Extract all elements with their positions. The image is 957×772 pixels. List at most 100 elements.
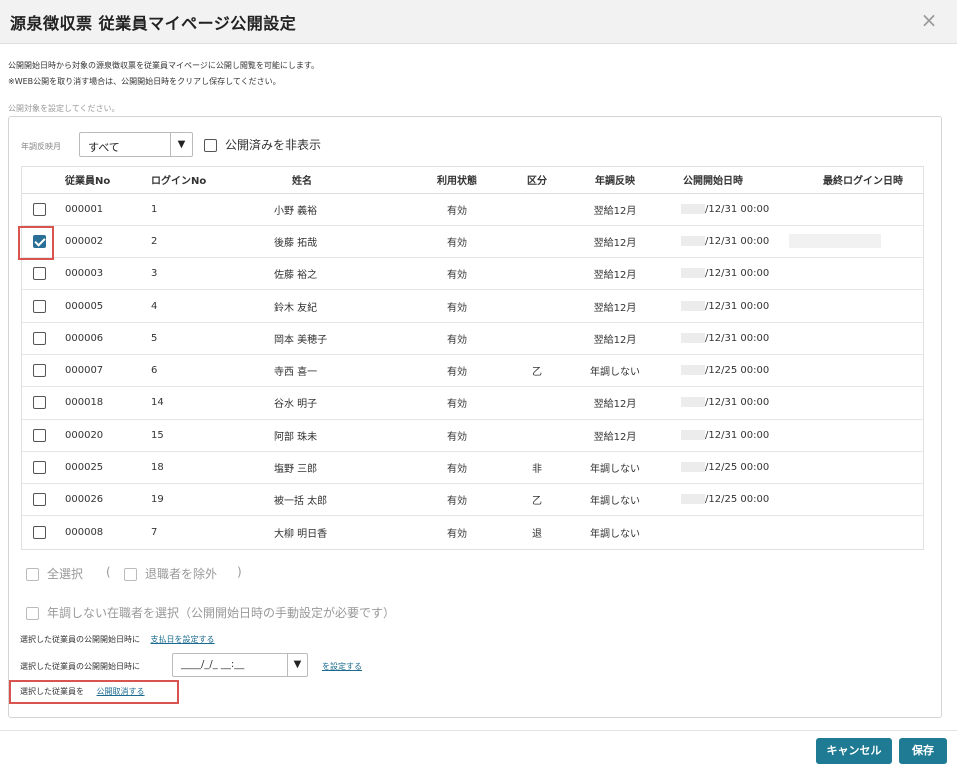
table-header-row: 従業員No ログインNo 姓名 利用状態 区分 年調反映 公開開始日時 最終ログ… <box>22 167 923 194</box>
row-checkbox-cell[interactable] <box>22 257 57 291</box>
table-row[interactable]: 000006 5 岡本 美穂子 有効 翌給12月/12/31 00:00 <box>22 322 923 355</box>
set-payday-link[interactable]: 支払日を設定する <box>151 635 215 644</box>
redacted-year <box>681 300 705 311</box>
row-checkbox[interactable] <box>33 202 46 216</box>
select-non-nencho-toggle[interactable]: 年調しない在職者を選択（公開開始日時の手動設定が必要です） <box>26 604 395 621</box>
cell-name: 後藤 拓哉 <box>252 225 417 259</box>
cell-name: 阿部 珠未 <box>252 419 417 452</box>
cell-login-no: 18 <box>145 451 252 485</box>
footer-divider <box>0 730 957 731</box>
hide-published-label: 公開済みを非表示 <box>225 138 322 152</box>
cell-nencho: 翌給12月 <box>577 322 653 355</box>
col-header-select <box>22 167 57 194</box>
table-row[interactable]: 000008 7 大柳 明日香 有効 退 年調しない <box>22 516 923 548</box>
cell-kubun: 乙 <box>497 483 577 517</box>
chevron-down-icon[interactable]: ▼ <box>170 133 192 156</box>
table-row[interactable]: 000001 1 小野 義裕 有効 翌給12月/12/31 00:00 <box>22 193 923 226</box>
select-all-toggle[interactable]: 全選択 <box>26 565 83 582</box>
set-date-link-text[interactable]: を設定する <box>322 662 362 671</box>
col-header-kubun: 区分 <box>497 167 577 194</box>
select-value: すべて <box>88 141 120 154</box>
row-checkbox-cell[interactable] <box>22 516 57 548</box>
close-icon[interactable]: × <box>919 10 939 30</box>
row-checkbox[interactable] <box>33 331 46 345</box>
exclude-retired-toggle[interactable]: 退職者を除外 <box>124 565 217 582</box>
row-checkbox-cell[interactable] <box>22 289 57 323</box>
cell-kubun <box>497 419 577 452</box>
row-checkbox-cell[interactable] <box>22 386 57 420</box>
cell-login-no: 3 <box>145 257 252 291</box>
cell-name: 大柳 明日香 <box>274 528 328 540</box>
filter-label: 年調反映月 <box>21 142 61 151</box>
table-row[interactable]: 000003 3 佐藤 裕之 有効 翌給12月/12/31 00:00 <box>22 257 923 291</box>
cell-start-date: /12/31 00:00 <box>653 322 783 355</box>
cell-last-login <box>783 516 923 548</box>
start-date-input[interactable]: ____/_/_ __:__ ▼ <box>172 653 308 677</box>
redacted-year <box>681 397 705 408</box>
cell-name: 塩野 三郎 <box>252 451 417 485</box>
table-row[interactable]: 000026 19 被一括 太郎 有効乙年調しない/12/25 00:00 <box>22 483 923 517</box>
row-checkbox-cell[interactable] <box>22 451 57 485</box>
cell-emp-no: 000007 <box>57 354 145 388</box>
cell-name: 佐藤 裕之 <box>252 257 417 291</box>
save-button[interactable]: 保存 <box>899 738 947 764</box>
table-row[interactable]: 000005 4 鈴木 友紀 有効 翌給12月/12/31 00:00 <box>22 289 923 323</box>
row-checkbox[interactable] <box>33 396 46 410</box>
cell-nencho: 年調しない <box>577 451 653 485</box>
select-all-checkbox[interactable] <box>26 568 39 581</box>
col-header-start-date: 公開開始日時 <box>653 167 783 194</box>
select-all-label: 全選択 <box>47 567 84 581</box>
row-checkbox[interactable] <box>33 364 46 378</box>
cell-login-no: 2 <box>145 225 252 259</box>
hide-published-toggle[interactable]: 公開済みを非表示 <box>204 136 321 153</box>
start-date-text: /12/31 00:00 <box>705 203 770 215</box>
row-checkbox-cell[interactable] <box>22 419 57 452</box>
cancel-button[interactable]: キャンセル <box>816 738 892 764</box>
cell-last-login <box>783 257 923 291</box>
redacted-year <box>681 429 705 440</box>
cell-name: 岡本 美穂子 <box>252 322 417 355</box>
row-checkbox[interactable] <box>33 525 46 539</box>
cell-emp-no: 000026 <box>57 483 145 517</box>
set-payday-row: 選択した従業員の公開開始日時に 支払日を設定する <box>20 634 215 645</box>
cell-emp-no: 000002 <box>57 225 145 259</box>
select-non-nencho-checkbox[interactable] <box>26 607 39 620</box>
table-row[interactable]: 000018 14 谷水 明子 有効 翌給12月/12/31 00:00 <box>22 386 923 420</box>
table-row[interactable]: 000025 18 塩野 三郎 有効非年調しない/12/25 00:00 <box>22 451 923 485</box>
row-checkbox[interactable] <box>33 461 46 475</box>
description-line-2: ※WEB公開を取り消す場合は、公開開始日時をクリアし保存してください。 <box>8 77 281 86</box>
chevron-down-icon[interactable]: ▼ <box>287 654 307 676</box>
cell-nencho: 年調しない <box>590 528 640 540</box>
start-date-text: /12/25 00:00 <box>705 365 770 377</box>
table-row[interactable]: 000020 15 阿部 珠未 有効 翌給12月/12/31 00:00 <box>22 419 923 452</box>
nencho-month-select[interactable]: すべて ▼ <box>79 132 193 157</box>
row-checkbox[interactable] <box>33 493 46 507</box>
table-row[interactable]: 000007 6 寺西 喜一 有効乙年調しない/12/25 00:00 <box>22 354 923 388</box>
row-checkbox-cell[interactable] <box>22 354 57 388</box>
cell-emp-no: 000001 <box>57 193 145 226</box>
cell-status: 有効 <box>417 322 497 355</box>
row-checkbox[interactable] <box>33 428 46 442</box>
cell-nencho: 翌給12月 <box>577 193 653 226</box>
redacted-year <box>681 203 705 214</box>
cell-kubun: 乙 <box>497 354 577 388</box>
cell-status: 有効 <box>447 528 467 540</box>
row-checkbox-cell[interactable] <box>22 193 57 226</box>
row-checkbox[interactable] <box>33 299 46 313</box>
row-checkbox-cell[interactable] <box>22 483 57 517</box>
row-checkbox[interactable] <box>33 267 46 281</box>
cell-start-date <box>653 516 783 548</box>
exclude-retired-label: 退職者を除外 <box>145 567 218 581</box>
row-checkbox-cell[interactable] <box>22 322 57 355</box>
cell-emp-no: 000005 <box>57 289 145 323</box>
set-date-prefix: 選択した従業員の公開開始日時に <box>20 662 140 671</box>
col-header-emp-no: 従業員No <box>57 167 145 194</box>
set-date-link[interactable]: を設定する <box>322 661 362 672</box>
cell-kubun <box>497 322 577 355</box>
exclude-retired-checkbox[interactable] <box>124 568 137 581</box>
table-row[interactable]: 000002 2 後藤 拓哉 有効 翌給12月/12/31 00:00 <box>22 225 923 259</box>
cell-last-login <box>783 193 923 226</box>
target-hint: 公開対象を設定してください。 <box>8 104 120 113</box>
hide-published-checkbox[interactable] <box>204 139 217 152</box>
cell-kubun: 非 <box>497 451 577 485</box>
